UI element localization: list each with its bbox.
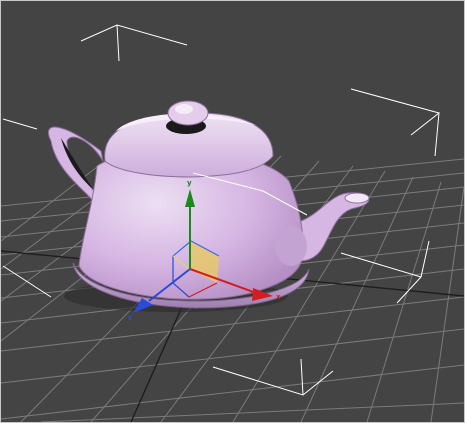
- spout-tip: [344, 192, 370, 204]
- knob-highlight: [175, 104, 193, 114]
- z-axis-label: z: [128, 314, 132, 322]
- viewport-canvas[interactable]: y x z: [1, 1, 464, 422]
- spout-join: [275, 226, 307, 266]
- x-axis-label: x: [276, 293, 281, 301]
- perspective-viewport[interactable]: y x z: [0, 0, 465, 423]
- y-axis-label: y: [187, 179, 192, 187]
